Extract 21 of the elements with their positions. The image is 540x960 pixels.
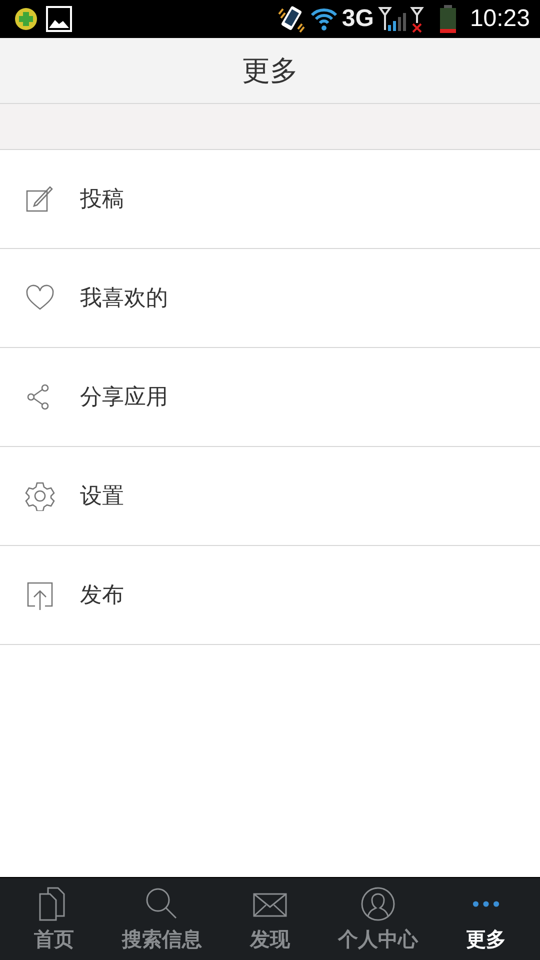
menu-item[interactable]: 发布 <box>0 546 540 645</box>
page-title: 更多 <box>242 52 298 88</box>
tab[interactable]: 首页 <box>0 878 108 960</box>
menu-item[interactable]: 分享应用 <box>0 348 540 447</box>
tab[interactable]: 搜索信息 <box>108 878 216 960</box>
image-icon <box>46 6 72 32</box>
tab[interactable]: 更多 <box>432 878 540 960</box>
person-icon <box>360 886 396 922</box>
security-app-icon <box>14 7 38 31</box>
compose-icon <box>25 184 55 214</box>
more-icon <box>472 900 500 908</box>
tab[interactable]: 发现 <box>216 878 324 960</box>
network-type: 3G <box>342 5 374 33</box>
menu-item[interactable]: 我喜欢的 <box>0 249 540 348</box>
settings-icon <box>25 481 55 511</box>
menu-item[interactable]: 设置 <box>0 447 540 546</box>
tab[interactable]: 个人中心 <box>324 878 432 960</box>
vibrate-icon <box>276 4 306 34</box>
upload-icon <box>25 580 55 610</box>
clock: 10:23 <box>470 5 530 33</box>
menu-item[interactable]: 投稿 <box>0 150 540 249</box>
